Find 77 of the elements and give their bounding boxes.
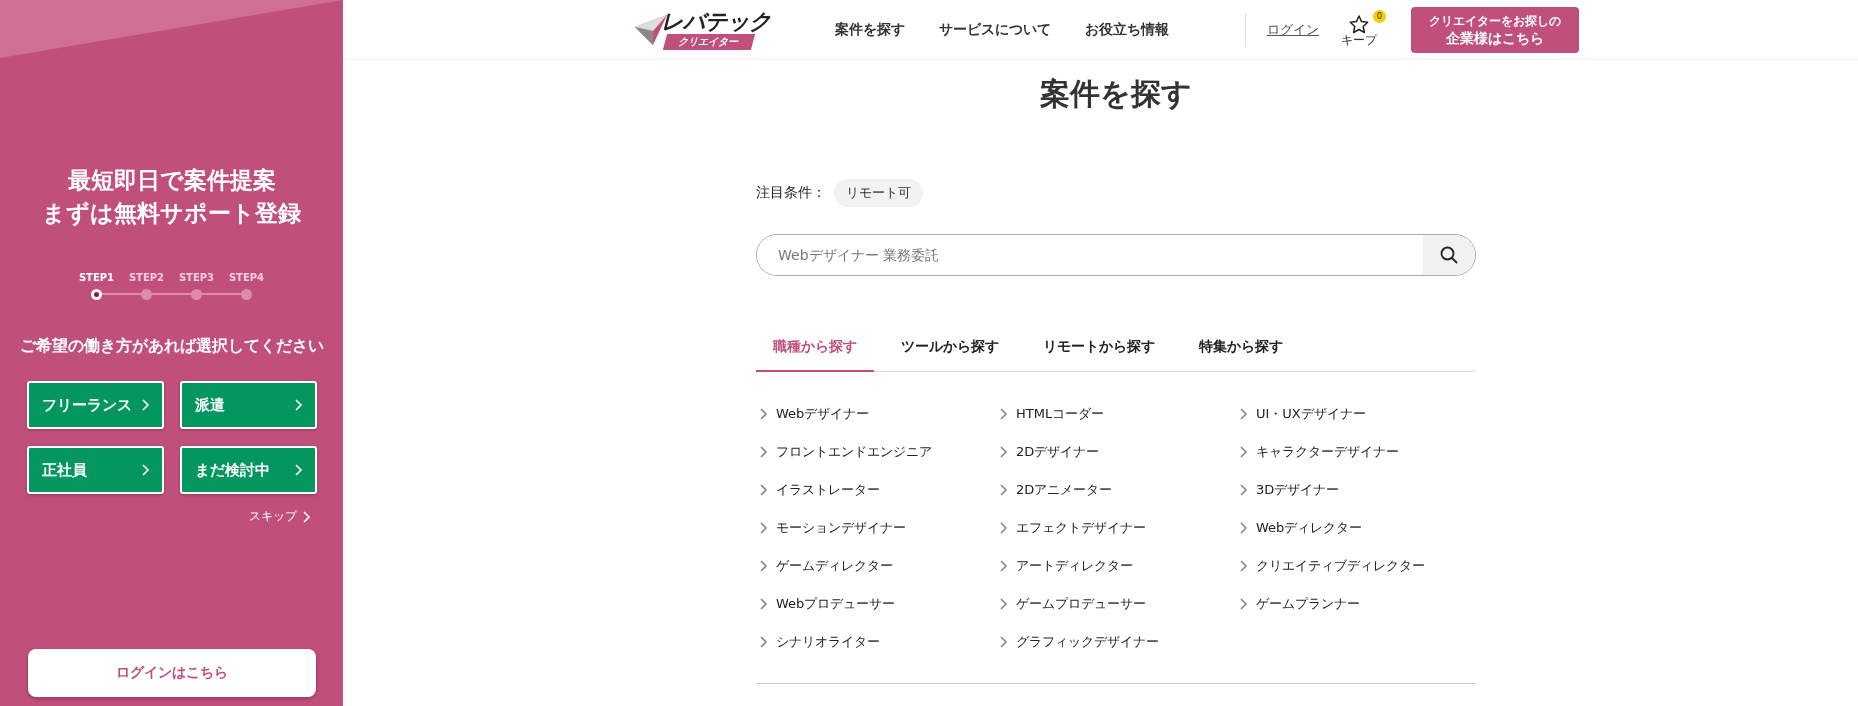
chevron-right-icon — [1000, 522, 1008, 534]
category-link[interactable]: UI・UXデザイナー — [1256, 405, 1366, 423]
step-label: STEP4 — [228, 272, 265, 283]
category-link[interactable]: HTMLコーダー — [1016, 405, 1105, 423]
category-link[interactable]: 2Dアニメーター — [1016, 481, 1113, 499]
keep-count-badge: 0 — [1373, 9, 1386, 23]
category-link[interactable]: ゲームプランナー — [1256, 595, 1360, 613]
chevron-right-icon — [760, 446, 768, 458]
keep-label: キープ — [1341, 33, 1377, 47]
chevron-right-icon — [141, 399, 150, 411]
chevron-right-icon — [1000, 636, 1008, 648]
category-link[interactable]: Webデザイナー — [776, 405, 870, 423]
chevron-right-icon — [141, 464, 150, 476]
step-label: STEP1 — [78, 272, 115, 283]
search-icon — [1440, 246, 1458, 264]
chevron-right-icon — [1000, 446, 1008, 458]
category-link[interactable]: グラフィックデザイナー — [1016, 633, 1159, 651]
category-link[interactable]: ゲームディレクター — [776, 557, 893, 575]
category-tab[interactable]: 特集から探す — [1182, 328, 1300, 372]
category-link[interactable]: アートディレクター — [1016, 557, 1133, 575]
headline: まずは無料サポート登録 — [42, 199, 301, 228]
nav-link[interactable]: 案件を探す — [835, 20, 905, 39]
category-link[interactable]: Webプロデューサー — [776, 595, 896, 613]
search-button[interactable] — [1423, 235, 1475, 275]
chevron-right-icon — [760, 522, 768, 534]
category-link[interactable]: Webディレクター — [1256, 519, 1363, 537]
category-link[interactable]: 2Dデザイナー — [1016, 443, 1100, 461]
category-tab[interactable]: 職種から探す — [756, 328, 874, 372]
condition-tag[interactable]: リモート可 — [834, 179, 923, 207]
login-button[interactable]: ログインはこちら — [27, 649, 316, 697]
category-link[interactable]: イラストレーター — [776, 481, 880, 499]
chevron-right-icon — [1000, 484, 1008, 496]
chevron-right-icon — [760, 560, 768, 572]
chevron-right-icon — [760, 408, 768, 420]
chevron-right-icon — [760, 484, 768, 496]
headline: 最短即日で案件提案 — [67, 166, 276, 195]
step-label: STEP2 — [128, 272, 165, 283]
chevron-right-icon — [1240, 522, 1248, 534]
chevron-right-icon — [1240, 484, 1248, 496]
category-link[interactable]: クリエイティブディレクター — [1256, 557, 1425, 575]
work-style-button[interactable]: まだ検討中 — [179, 446, 317, 494]
category-tab[interactable]: ツールから探す — [884, 328, 1016, 372]
skip-link[interactable]: スキップ — [249, 508, 311, 525]
chevron-right-icon — [760, 598, 768, 610]
work-style-button[interactable]: 派遣 — [179, 381, 317, 429]
chevron-right-icon — [1000, 560, 1008, 572]
chevron-right-icon — [1240, 560, 1248, 572]
star-icon[interactable] — [1349, 14, 1369, 34]
chevron-right-icon — [294, 399, 303, 411]
category-link[interactable]: ゲームプロデューサー — [1016, 595, 1146, 613]
chevron-right-icon — [303, 510, 311, 523]
featured-label: 注目条件： — [756, 184, 826, 202]
prompt-text: ご希望の働き方があれば選択してください — [19, 336, 324, 357]
company-cta-button[interactable]: クリエイターをお探しの 企業様はこちら — [1411, 6, 1579, 53]
login-link[interactable]: ログイン — [1267, 20, 1319, 39]
chevron-right-icon — [1240, 598, 1248, 610]
category-link[interactable]: フロントエンドエンジニア — [776, 443, 932, 461]
category-link[interactable]: キャラクターデザイナー — [1256, 443, 1399, 461]
chevron-right-icon — [1000, 598, 1008, 610]
category-link[interactable]: モーションデザイナー — [776, 519, 906, 537]
category-link[interactable]: エフェクトデザイナー — [1016, 519, 1146, 537]
logo-text: レバテック — [661, 9, 771, 34]
chevron-right-icon — [1240, 408, 1248, 420]
chevron-right-icon — [1240, 446, 1248, 458]
work-style-button[interactable]: フリーランス — [26, 381, 164, 429]
nav-link[interactable]: サービスについて — [939, 20, 1051, 39]
page-title: 案件を探す — [1039, 75, 1193, 113]
category-tab[interactable]: リモートから探す — [1026, 328, 1172, 372]
logo-subtitle: クリエイター — [662, 33, 756, 50]
category-link[interactable]: 3Dデザイナー — [1256, 481, 1340, 499]
step-label: STEP3 — [178, 272, 215, 283]
chevron-right-icon — [760, 636, 768, 648]
nav-link[interactable]: お役立ち情報 — [1085, 20, 1169, 39]
work-style-button[interactable]: 正社員 — [26, 446, 164, 494]
chevron-right-icon — [294, 464, 303, 476]
chevron-right-icon — [1000, 408, 1008, 420]
category-link[interactable]: シナリオライター — [776, 633, 880, 651]
